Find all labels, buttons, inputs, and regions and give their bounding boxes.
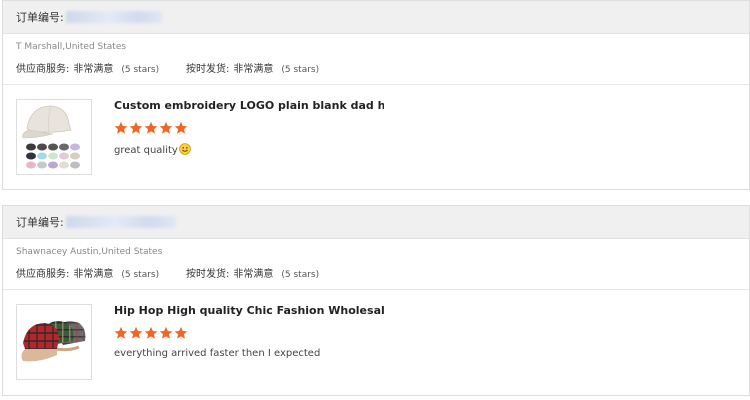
plaid-caps-icon (17, 305, 91, 379)
product-thumbnail[interactable] (16, 304, 92, 380)
buyer-name: T Marshall,United States (16, 42, 127, 52)
review-comment-text: everything arrived faster then I expecte… (114, 348, 321, 359)
order-number-bar: 订单编号: (3, 1, 749, 34)
on-time-shipping-rating: 按时发货: 非常满意 (5 stars) (186, 60, 319, 75)
order-number-label: 订单编号: (16, 216, 64, 229)
product-row: Custom embroidery LOGO plain blank dad h… (3, 85, 749, 188)
review-comment: everything arrived faster then I expecte… (114, 348, 320, 359)
product-title-link[interactable]: Hip Hop High quality Chic Fashion Wholes… (114, 304, 384, 317)
supplier-service-rating: 供应商服务: 非常满意 (5 stars) (16, 265, 159, 280)
star-rating (114, 326, 188, 340)
star-icon (129, 121, 143, 134)
product-title-link[interactable]: Custom embroidery LOGO plain blank dad h… (114, 99, 384, 112)
product-thumbnail[interactable] (16, 99, 92, 175)
order-number-redacted (65, 216, 176, 228)
smiley-icon (179, 143, 191, 158)
order-number-label: 订单编号: (16, 11, 64, 24)
on-time-shipping-label: 按时发货: (186, 64, 230, 75)
review-card: 订单编号: T Marshall,United States 供应商服务: 非常满… (2, 0, 750, 190)
supplier-service-value: 非常满意 (73, 269, 114, 280)
order-number-redacted (65, 11, 162, 23)
on-time-shipping-stars: (5 stars) (281, 270, 320, 280)
star-rating (114, 121, 188, 135)
buyer-info: Shawnacey Austin,United States 供应商服务: 非常满… (3, 239, 749, 290)
supplier-service-rating: 供应商服务: 非常满意 (5 stars) (16, 60, 159, 75)
on-time-shipping-value: 非常满意 (233, 64, 274, 75)
review-comment-text: great quality (114, 145, 178, 156)
star-icon (159, 121, 173, 134)
on-time-shipping-label: 按时发货: (186, 269, 230, 280)
star-icon (144, 326, 158, 339)
star-icon (114, 121, 128, 134)
star-icon (174, 326, 188, 339)
product-row: Hip Hop High quality Chic Fashion Wholes… (3, 290, 749, 393)
white-baseball-caps-icon (17, 100, 91, 174)
supplier-service-label: 供应商服务: (16, 64, 70, 75)
supplier-service-stars: (5 stars) (121, 65, 160, 75)
star-icon (159, 326, 173, 339)
buyer-name: Shawnacey Austin,United States (16, 247, 163, 257)
star-icon (144, 121, 158, 134)
supplier-service-value: 非常满意 (73, 64, 114, 75)
order-number-bar: 订单编号: (3, 206, 749, 239)
supplier-service-stars: (5 stars) (121, 270, 160, 280)
on-time-shipping-value: 非常满意 (233, 269, 274, 280)
on-time-shipping-rating: 按时发货: 非常满意 (5 stars) (186, 265, 319, 280)
on-time-shipping-stars: (5 stars) (281, 65, 320, 75)
star-icon (114, 326, 128, 339)
buyer-info: T Marshall,United States 供应商服务: 非常满意 (5 st… (3, 34, 749, 85)
star-icon (174, 121, 188, 134)
review-comment: great quality (114, 143, 191, 158)
review-card: 订单编号: Shawnacey Austin,United States 供应商… (2, 205, 750, 396)
supplier-service-label: 供应商服务: (16, 269, 70, 280)
star-icon (129, 326, 143, 339)
